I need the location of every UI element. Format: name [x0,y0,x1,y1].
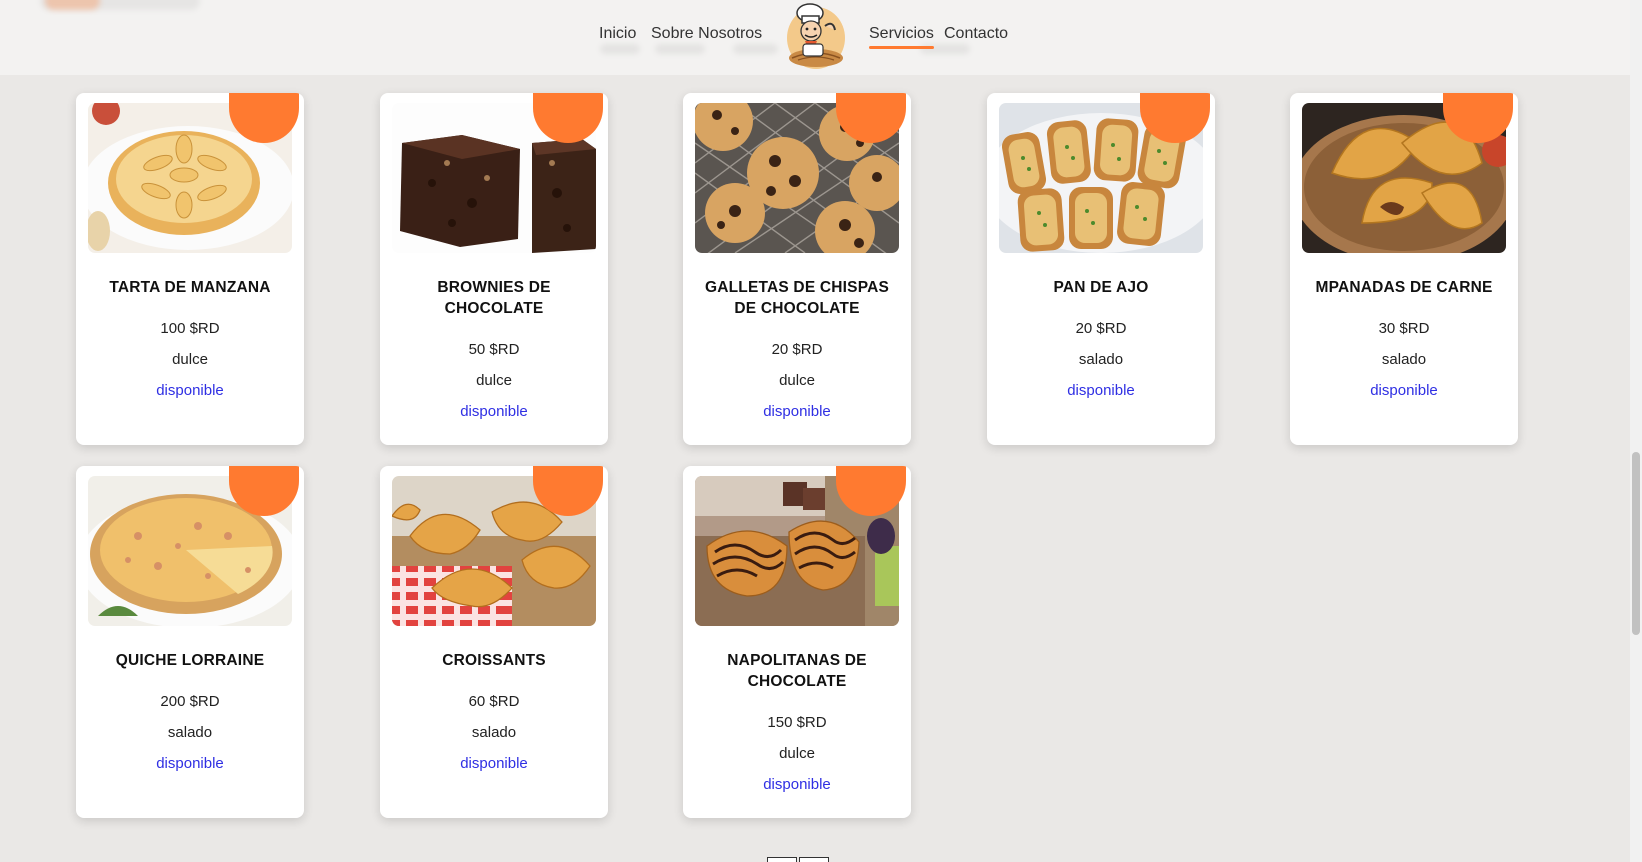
product-category: dulce [779,745,815,762]
product-card[interactable]: MPANADAS DE CARNE 30 $RD salado disponible [1290,93,1518,445]
product-price: 20 $RD [1075,320,1127,337]
product-status-link[interactable]: disponible [1300,381,1508,401]
product-price: 30 $RD [1378,320,1430,337]
product-card[interactable]: TARTA DE MANZANA 100 $RD dulce disponible [76,93,304,445]
product-info: MPANADAS DE CARNE 30 $RD salado disponible [1290,277,1518,401]
product-card[interactable]: BROWNIES DE CHOCOLATE 50 $RD dulce disponib… [380,93,608,445]
product-status-link[interactable]: disponible [86,381,294,401]
product-info: QUICHE LORRAINE 200 $RD salado disponible [76,650,304,774]
product-name: NAPOLITANAS DE CHOCOLATE [727,652,867,690]
nav-shadow [600,44,640,54]
product-info: CROISSANTS 60 $RD salado disponible [380,650,608,774]
product-price: 60 $RD [468,693,520,710]
nav-link-inicio[interactable]: Inicio [599,25,636,43]
product-status-link[interactable]: disponible [997,381,1205,401]
product-card[interactable]: NAPOLITANAS DE CHOCOLATE 150 $RD dulce disp… [683,466,911,818]
product-price: 100 $RD [160,320,220,337]
product-info: NAPOLITANAS DE CHOCOLATE 150 $RD dulce disp… [683,650,911,795]
product-card[interactable]: PAN DE AJO 20 $RD salado disponible [987,93,1215,445]
nav-link-servicios[interactable]: Servicios [869,25,934,49]
product-info: PAN DE AJO 20 $RD salado disponible [987,277,1215,401]
product-price: 20 $RD [771,341,823,358]
product-card[interactable]: CROISSANTS 60 $RD salado disponible [380,466,608,818]
nav-link-sobre-nosotros[interactable]: Sobre Nosotros [651,25,762,43]
product-name: PAN DE AJO [1053,279,1149,296]
product-status-link[interactable]: disponible [390,754,598,774]
product-info: BROWNIES DE CHOCOLATE 50 $RD dulce disponib… [380,277,608,422]
product-category: salado [1381,351,1427,368]
product-category: salado [167,724,213,741]
product-status-link[interactable]: disponible [693,775,901,795]
product-name: QUICHE LORRAINE [115,652,265,669]
product-info: GALLETAS DE CHISPAS DE CHOCOLATE 20 $RD du… [683,277,911,422]
product-name: BROWNIES DE CHOCOLATE [437,279,551,317]
scrollbar-thumb[interactable] [1632,452,1640,635]
product-name: CROISSANTS [442,652,546,669]
scrollbar[interactable] [1630,0,1642,862]
main-nav: Inicio Sobre Nosotros Servicios Contacto [0,0,1630,75]
product-status-link[interactable]: disponible [693,402,901,422]
product-info: TARTA DE MANZANA 100 $RD dulce disponible [76,277,304,401]
product-category: salado [471,724,517,741]
product-status-link[interactable]: disponible [86,754,294,774]
product-category: salado [1078,351,1124,368]
product-name: TARTA DE MANZANA [109,279,271,296]
nav-shadow [655,44,705,54]
product-category: dulce [779,372,815,389]
site-header: Inicio Sobre Nosotros Servicios Contacto [0,0,1630,75]
product-category: dulce [476,372,512,389]
nav-link-contacto[interactable]: Contacto [944,25,1008,43]
product-card[interactable]: QUICHE LORRAINE 200 $RD salado disponible [76,466,304,818]
chef-logo-icon[interactable] [785,0,847,70]
page-button-prev[interactable] [767,857,797,862]
product-name: GALLETAS DE CHISPAS DE CHOCOLATE [704,279,890,317]
product-card[interactable]: GALLETAS DE CHISPAS DE CHOCOLATE 20 $RD du… [683,93,911,445]
product-name: MPANADAS DE CARNE [1315,279,1493,296]
pagination [767,856,831,862]
page-button-next[interactable] [799,857,829,862]
nav-shadow [733,44,778,54]
product-price: 50 $RD [468,341,520,358]
product-price: 150 $RD [767,714,827,731]
product-status-link[interactable]: disponible [390,402,598,422]
product-category: dulce [172,351,208,368]
product-price: 200 $RD [160,693,220,710]
